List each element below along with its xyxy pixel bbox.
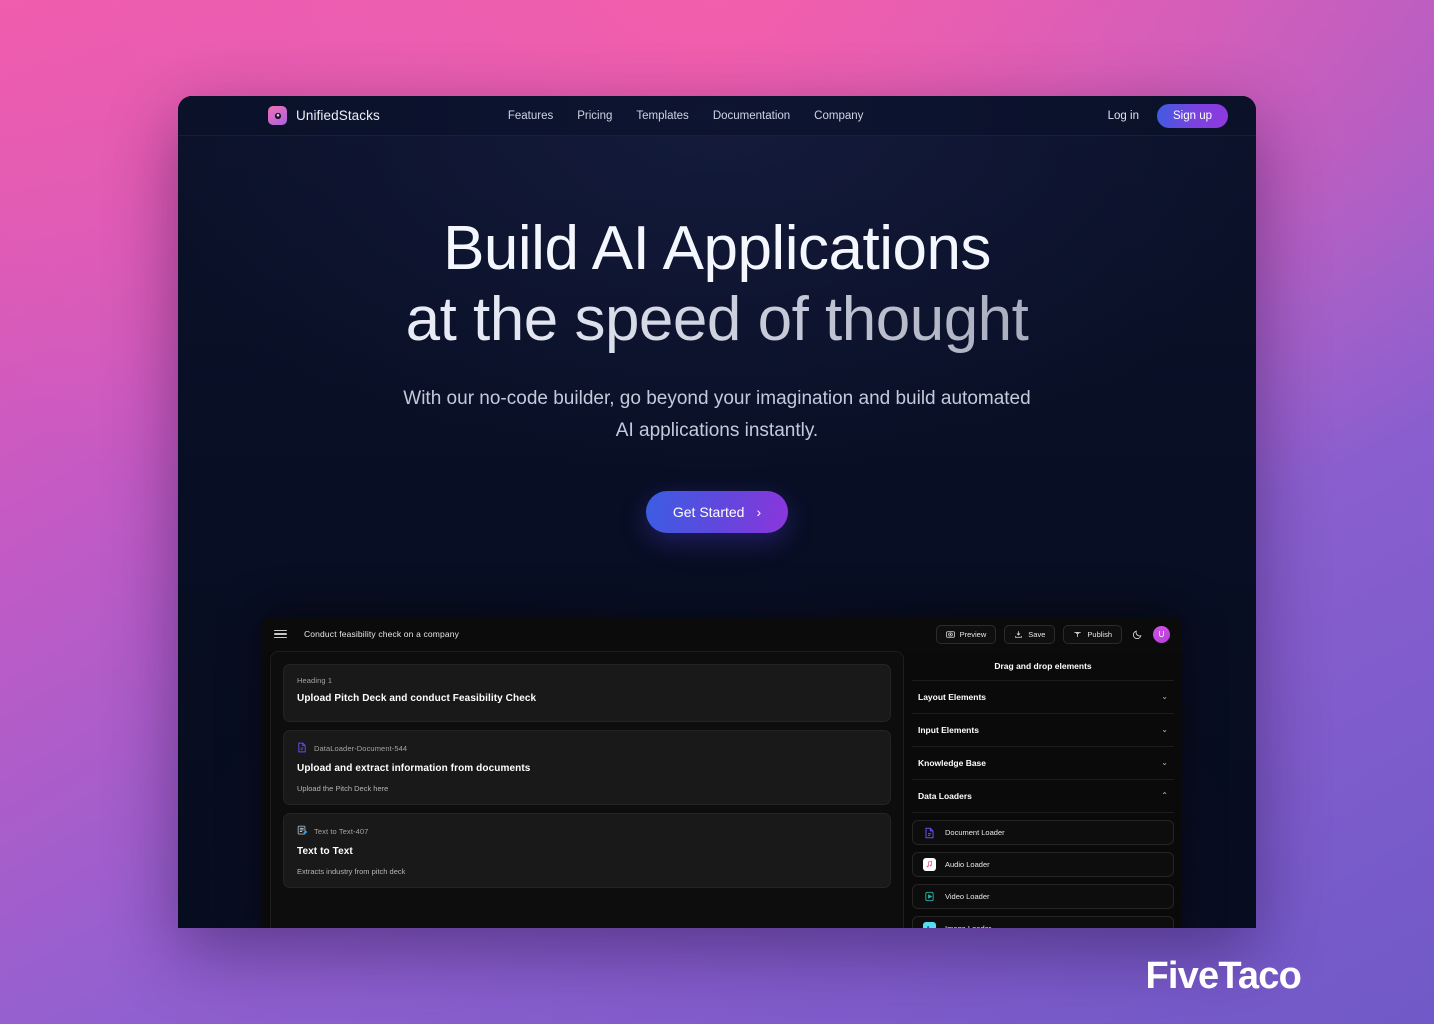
card-title: Upload and extract information from docu…: [297, 763, 531, 774]
data-loader-video[interactable]: Video Loader: [912, 884, 1174, 909]
app-body: Heading 1 Upload Pitch Deck and conduct …: [262, 651, 1182, 928]
data-loader-label: Audio Loader: [945, 860, 990, 869]
data-loader-image[interactable]: Image Loader: [912, 916, 1174, 928]
browser-window: UnifiedStacks Features Pricing Templates…: [178, 96, 1256, 928]
primary-nav: Features Pricing Templates Documentation…: [508, 110, 864, 122]
data-loader-label: Document Loader: [945, 828, 1005, 837]
save-icon: [1014, 630, 1023, 639]
nav-link-pricing[interactable]: Pricing: [577, 110, 612, 122]
chevron-right-icon: ›: [756, 504, 762, 521]
page-background: UnifiedStacks Features Pricing Templates…: [178, 96, 1256, 928]
builder-canvas: Heading 1 Upload Pitch Deck and conduct …: [270, 651, 904, 928]
nav-link-templates[interactable]: Templates: [636, 110, 688, 122]
top-navbar: UnifiedStacks Features Pricing Templates…: [178, 96, 1256, 136]
card-title: Upload Pitch Deck and conduct Feasibilit…: [297, 693, 537, 704]
save-button[interactable]: Save: [1004, 624, 1056, 644]
card-eyebrow-label: DataLoader-Document-544: [314, 744, 408, 753]
image-loader-icon: [923, 922, 936, 928]
page-title: Build AI Applications at the speed of th…: [178, 214, 1256, 355]
logo-mark-icon: [268, 106, 287, 125]
elements-sidebar: Drag and drop elements Layout Elements ⌄…: [912, 651, 1174, 928]
app-toolbar-actions: Preview Save Publish U: [935, 624, 1170, 644]
eye-icon: [945, 630, 955, 639]
card-eyebrow-label: Text to Text-407: [314, 827, 369, 836]
sidebar-section-label: Knowledge Base: [918, 758, 987, 768]
card-eyebrow: DataLoader-Document-544: [297, 742, 877, 755]
chevron-down-icon: ⌄: [1161, 692, 1168, 701]
chevron-down-icon: ⌄: [1161, 758, 1168, 767]
nav-link-features[interactable]: Features: [508, 110, 553, 122]
audio-loader-icon: [923, 858, 936, 871]
chevron-down-icon: ⌄: [1161, 725, 1168, 734]
hamburger-menu-icon[interactable]: [274, 629, 287, 639]
product-screenshot: Conduct feasibility check on a company P…: [262, 617, 1182, 928]
sidebar-section-data-loaders[interactable]: Data Loaders ⌃: [912, 780, 1174, 813]
video-loader-icon: [923, 890, 936, 903]
nav-link-documentation[interactable]: Documentation: [713, 110, 790, 122]
brand-name: UnifiedStacks: [296, 108, 380, 123]
avatar[interactable]: U: [1153, 625, 1170, 643]
card-description: Upload the Pitch Deck here: [297, 784, 389, 793]
nav-actions: Log in Sign up: [1108, 103, 1228, 128]
hero-section: Build AI Applications at the speed of th…: [178, 136, 1256, 534]
canvas-card-dataloader[interactable]: DataLoader-Document-544 Upload and extra…: [283, 730, 891, 805]
save-label: Save: [1028, 629, 1046, 639]
brand-logo[interactable]: UnifiedStacks: [268, 106, 380, 125]
chevron-up-icon: ⌃: [1161, 791, 1168, 800]
card-description: Extracts industry from pitch deck: [297, 867, 406, 876]
canvas-card-heading[interactable]: Heading 1 Upload Pitch Deck and conduct …: [283, 664, 891, 722]
card-eyebrow-label: Heading 1: [297, 676, 333, 685]
document-loader-icon: [923, 826, 936, 839]
sidebar-section-layout-elements[interactable]: Layout Elements ⌄: [912, 681, 1174, 714]
data-loader-label: Video Loader: [945, 892, 990, 901]
nav-link-company[interactable]: Company: [814, 110, 863, 122]
login-link[interactable]: Log in: [1108, 110, 1139, 122]
publish-button[interactable]: Publish: [1063, 624, 1122, 644]
sidebar-section-input-elements[interactable]: Input Elements ⌄: [912, 714, 1174, 747]
cta-container: Get Started ›: [178, 491, 1256, 534]
project-title: Conduct feasibility check on a company: [304, 629, 460, 639]
preview-button[interactable]: Preview: [935, 624, 997, 644]
sidebar-section-label: Data Loaders: [918, 791, 972, 801]
data-loader-list: Document Loader Audio Loader Video Loade…: [912, 813, 1174, 928]
data-loader-audio[interactable]: Audio Loader: [912, 852, 1174, 877]
headline-line-2: at the speed of thought: [178, 285, 1256, 356]
text-to-text-icon: [297, 825, 308, 838]
get-started-button[interactable]: Get Started ›: [645, 491, 789, 534]
publish-label: Publish: [1087, 629, 1112, 639]
fivetaco-watermark: FiveTaco: [1145, 955, 1301, 997]
preview-label: Preview: [959, 629, 987, 639]
publish-icon: [1073, 630, 1082, 639]
sidebar-section-knowledge-base[interactable]: Knowledge Base ⌄: [912, 747, 1174, 780]
hero-subtitle: With our no-code builder, go beyond your…: [403, 388, 1031, 442]
dark-mode-toggle[interactable]: [1130, 629, 1145, 640]
card-eyebrow: Heading 1: [297, 676, 877, 685]
sidebar-section-label: Input Elements: [918, 725, 979, 735]
app-toolbar: Conduct feasibility check on a company P…: [262, 617, 1182, 651]
data-loader-document[interactable]: Document Loader: [912, 820, 1174, 845]
headline-line-1: Build AI Applications: [443, 214, 991, 283]
signup-button[interactable]: Sign up: [1156, 103, 1228, 128]
sidebar-title: Drag and drop elements: [912, 657, 1174, 681]
card-title: Text to Text: [297, 846, 353, 857]
card-eyebrow: Text to Text-407: [297, 825, 877, 838]
data-loader-label: Image Loader: [945, 924, 991, 928]
canvas-card-text-to-text[interactable]: Text to Text-407 Text to Text Extracts i…: [283, 813, 891, 888]
document-icon: [297, 742, 307, 755]
sidebar-section-label: Layout Elements: [918, 692, 987, 702]
get-started-label: Get Started: [672, 504, 745, 521]
